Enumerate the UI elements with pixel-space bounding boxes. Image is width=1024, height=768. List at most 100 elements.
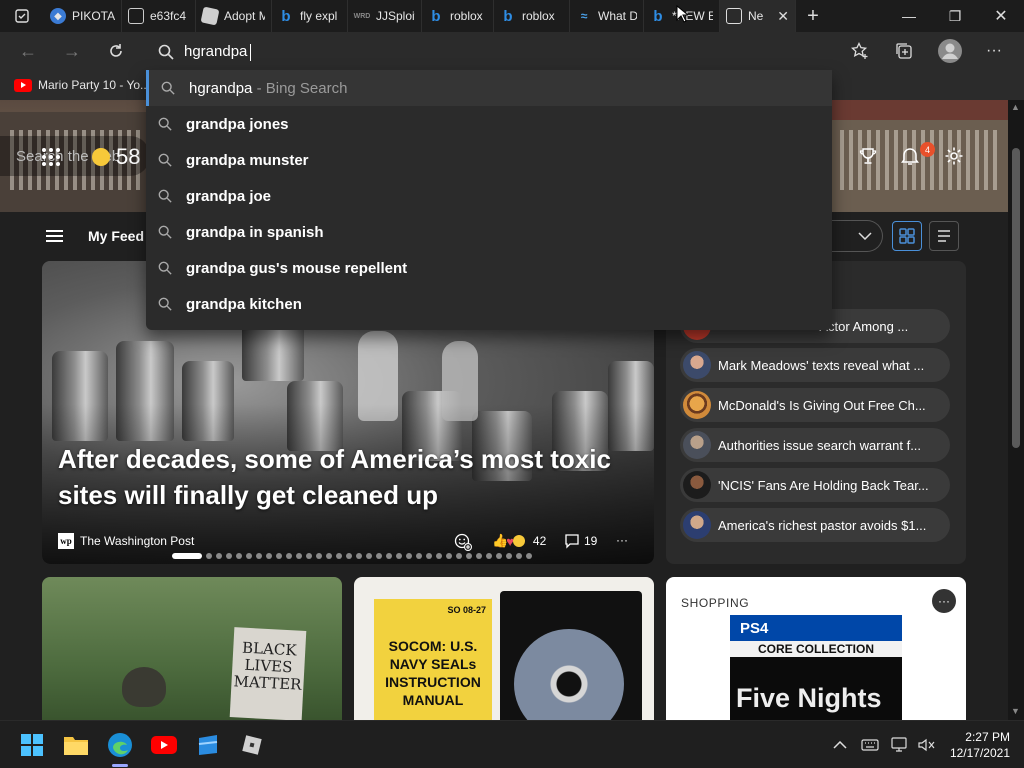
tab-e63fc4[interactable]: e63fc4 bbox=[122, 0, 196, 32]
hero-source[interactable]: wp The Washington Post bbox=[58, 533, 194, 549]
forward-button[interactable]: → bbox=[58, 38, 86, 64]
scroll-up-arrow-icon[interactable]: ▲ bbox=[1011, 102, 1020, 112]
list-view-button[interactable] bbox=[929, 221, 959, 251]
youtube-taskbar-button[interactable] bbox=[150, 731, 178, 759]
roblox-taskbar-button[interactable] bbox=[238, 731, 266, 759]
search-icon bbox=[158, 153, 172, 167]
back-button[interactable]: ← bbox=[14, 38, 42, 64]
tab-actions-icon bbox=[15, 9, 29, 23]
page-scrollbar[interactable]: ▲ ▼ bbox=[1008, 100, 1024, 720]
comment-icon bbox=[565, 534, 579, 549]
close-tab-icon[interactable]: ✕ bbox=[777, 8, 789, 25]
app-taskbar-button[interactable] bbox=[194, 731, 222, 759]
search-icon bbox=[158, 261, 172, 275]
close-window-button[interactable]: ✕ bbox=[978, 0, 1024, 32]
search-icon bbox=[158, 225, 172, 239]
app-window-icon bbox=[198, 735, 218, 755]
file-explorer-button[interactable] bbox=[62, 731, 90, 759]
address-bar[interactable]: hgrandpa bbox=[146, 33, 832, 71]
profile-button[interactable] bbox=[934, 35, 966, 67]
feed-layout-dropdown[interactable] bbox=[825, 220, 883, 252]
bing-icon: b bbox=[503, 7, 513, 25]
restore-button[interactable]: ❐ bbox=[932, 0, 978, 32]
tab-label: roblox bbox=[522, 9, 555, 23]
reactions-summary[interactable]: 👍 ♥ 42 bbox=[492, 533, 546, 549]
notifications-button[interactable] bbox=[900, 146, 920, 171]
show-hidden-icons-button[interactable] bbox=[826, 731, 854, 759]
search-suggestions-dropdown: hgrandpa - Bing Search grandpa jones gra… bbox=[146, 70, 832, 330]
add-reaction-button[interactable] bbox=[454, 533, 472, 551]
keyboard-button[interactable] bbox=[856, 731, 884, 759]
tab-what-d[interactable]: ≈ What D bbox=[570, 0, 644, 32]
comment-count: 19 bbox=[584, 534, 598, 548]
tab-my-feed[interactable]: My Feed bbox=[88, 228, 144, 244]
tab-jjsploit[interactable]: WRD JJSploit bbox=[348, 0, 422, 32]
bookmark-mario-party[interactable]: Mario Party 10 - Yo... bbox=[38, 78, 150, 92]
settings-and-more-button[interactable]: ··· bbox=[980, 38, 1008, 64]
article-card-protest[interactable]: BLACK LIVES MATTER bbox=[42, 577, 342, 720]
minimize-button[interactable]: — bbox=[886, 0, 932, 32]
edge-taskbar-button[interactable] bbox=[106, 731, 134, 759]
tab-roblox-1[interactable]: b roblox bbox=[422, 0, 494, 32]
trending-item[interactable]: 'NCIS' Fans Are Holding Back Tear... bbox=[680, 468, 950, 502]
scroll-down-arrow-icon[interactable]: ▼ bbox=[1011, 706, 1020, 716]
network-button[interactable] bbox=[886, 731, 914, 759]
folder-icon bbox=[64, 737, 88, 755]
reaction-count: 42 bbox=[532, 534, 547, 548]
clock-time: 2:27 PM bbox=[965, 730, 1010, 744]
scrollbar-thumb[interactable] bbox=[1012, 148, 1020, 448]
page-settings-button[interactable] bbox=[944, 146, 964, 171]
tab-roblox-2[interactable]: b roblox bbox=[494, 0, 570, 32]
hero-more-button[interactable]: ··· bbox=[616, 533, 628, 547]
chevron-up-icon bbox=[833, 741, 847, 749]
suggestion-bing-search[interactable]: hgrandpa - Bing Search bbox=[146, 70, 832, 106]
tab-pikota[interactable]: ◆ PIKOTA bbox=[44, 0, 122, 32]
plus-icon: + bbox=[807, 4, 819, 27]
hero-title[interactable]: After decades, some of America’s most to… bbox=[58, 441, 648, 513]
tab-fly-expl[interactable]: b fly expl bbox=[272, 0, 348, 32]
bing-icon: b bbox=[653, 7, 663, 25]
trending-item[interactable]: Authorities issue search warrant f... bbox=[680, 428, 950, 462]
article-card-socom[interactable]: SO 08-27 SOCOM: U.S. NAVY SEALs INSTRUCT… bbox=[354, 577, 654, 720]
suggestion-item[interactable]: grandpa gus's mouse repellent bbox=[146, 250, 832, 286]
collections-button[interactable] bbox=[890, 38, 918, 64]
suggestion-item[interactable]: grandpa kitchen bbox=[146, 286, 832, 322]
trending-item[interactable]: McDonald's Is Giving Out Free Ch... bbox=[680, 388, 950, 422]
ps4-game-title: Five Nights bbox=[736, 683, 882, 713]
shopping-more-button[interactable]: ··· bbox=[932, 589, 956, 613]
app-launcher-icon[interactable] bbox=[42, 148, 60, 166]
grid-icon bbox=[899, 228, 915, 244]
network-monitor-icon bbox=[891, 737, 907, 752]
hamburger-menu-icon[interactable] bbox=[46, 230, 63, 242]
suggestion-item[interactable]: grandpa joe bbox=[146, 178, 832, 214]
trending-item[interactable]: America's richest pastor avoids $1... bbox=[680, 508, 950, 542]
rewards-button[interactable] bbox=[858, 146, 878, 171]
refresh-button[interactable] bbox=[102, 38, 130, 64]
favorites-button[interactable] bbox=[846, 38, 874, 64]
sun-icon bbox=[92, 148, 110, 166]
trending-thumbnail bbox=[683, 471, 711, 499]
weather-widget[interactable]: 58 bbox=[92, 144, 140, 170]
system-clock[interactable]: 2:27 PM 12/17/2021 bbox=[936, 729, 1010, 761]
address-input[interactable]: hgrandpa bbox=[184, 43, 252, 61]
suggestion-text: grandpa kitchen bbox=[186, 295, 302, 313]
grid-view-button[interactable] bbox=[892, 221, 922, 251]
new-tab-button[interactable]: + bbox=[796, 0, 830, 32]
chevron-down-icon bbox=[858, 232, 872, 240]
suggestion-item[interactable]: grandpa in spanish bbox=[146, 214, 832, 250]
mouse-cursor-icon bbox=[676, 5, 688, 23]
tab-actions-button[interactable] bbox=[0, 0, 44, 32]
washington-post-logo-icon: wp bbox=[58, 533, 74, 549]
suggestion-item[interactable]: grandpa jones bbox=[146, 106, 832, 142]
roblox-icon bbox=[200, 6, 220, 26]
comments-button[interactable]: 19 bbox=[564, 533, 597, 549]
start-button[interactable] bbox=[18, 731, 46, 759]
shopping-card[interactable]: SHOPPING ··· PS4 CORE COLLECTION Five Ni… bbox=[666, 577, 966, 720]
tab-label: fly expl bbox=[300, 9, 338, 23]
tab-adopt[interactable]: Adopt M bbox=[196, 0, 272, 32]
suggestion-item[interactable]: grandpa munster bbox=[146, 142, 832, 178]
trending-item[interactable]: Mark Meadows' texts reveal what ... bbox=[680, 348, 950, 382]
bing-icon: b bbox=[431, 7, 441, 25]
bell-icon bbox=[901, 148, 919, 165]
tab-new-tab-active[interactable]: Ne ✕ bbox=[720, 0, 796, 32]
